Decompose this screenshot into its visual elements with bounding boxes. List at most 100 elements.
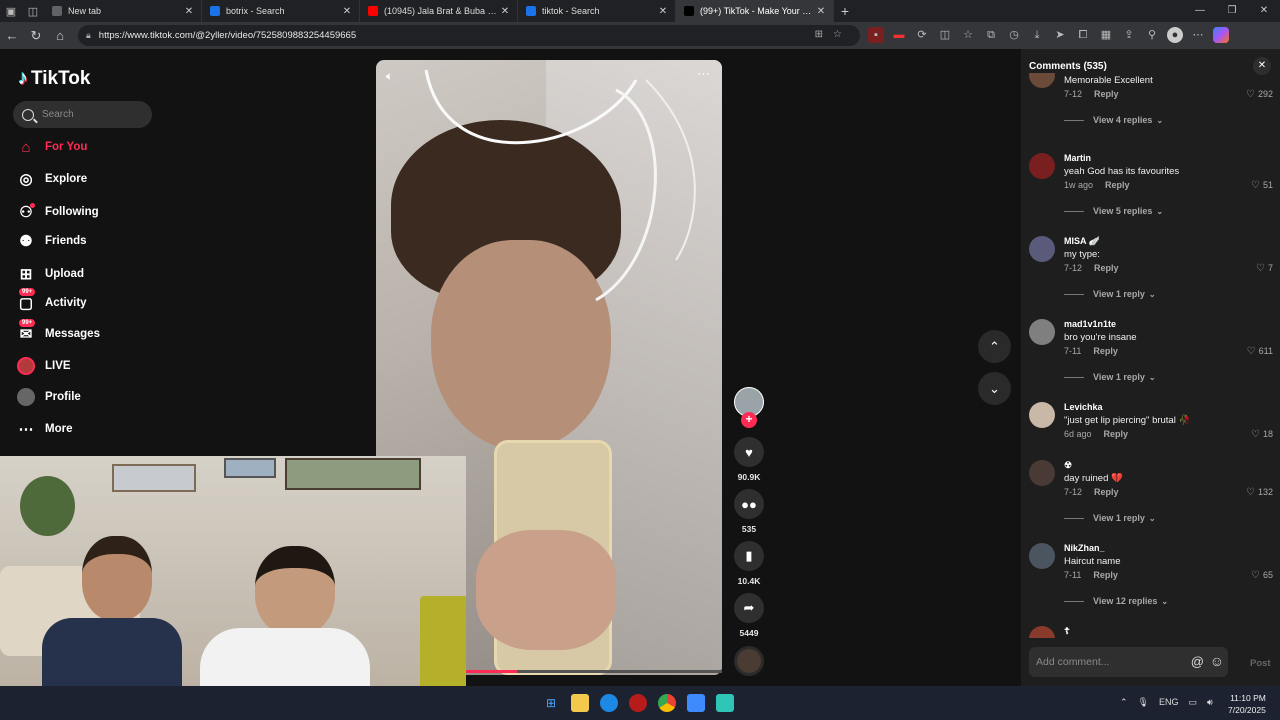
post-button[interactable]: Post <box>1250 658 1271 669</box>
close-tab-icon[interactable]: ✕ <box>815 6 827 17</box>
comment-username[interactable]: Levichka <box>1064 402 1103 412</box>
view-replies-button[interactable]: View 1 reply ⌄ <box>1064 372 1156 382</box>
share-icon[interactable]: ⇪ <box>1121 27 1137 43</box>
downloads-icon[interactable]: ⤓ <box>1029 27 1045 43</box>
view-replies-button[interactable]: View 1 reply ⌄ <box>1064 289 1156 299</box>
minimize-icon[interactable]: — <box>1184 0 1216 22</box>
follow-button[interactable]: + <box>741 412 757 428</box>
browser-tab[interactable]: (10945) Jala Brat & Buba Corleli ✕ <box>360 0 518 22</box>
commenter-avatar[interactable] <box>1029 236 1055 262</box>
comment-like-button[interactable]: ♡ 611 <box>1247 346 1273 357</box>
view-replies-button[interactable]: View 12 replies ⌄ <box>1064 596 1168 606</box>
comment-like-button[interactable]: ♡ 132 <box>1246 487 1273 498</box>
sidebar-item-profile[interactable]: Profile <box>16 387 81 407</box>
home-icon[interactable]: ⌂ <box>48 28 72 43</box>
comment-username[interactable]: ☢ <box>1064 460 1072 471</box>
extensions-icon[interactable]: ⧠ <box>1075 27 1091 43</box>
chrome-icon[interactable] <box>658 694 676 712</box>
edge-icon[interactable] <box>600 694 618 712</box>
comment-like-button[interactable]: ♡ 65 <box>1251 570 1273 581</box>
add-comment-input[interactable]: Add comment... @ ☺ <box>1029 647 1228 677</box>
sidebar-item-following[interactable]: ⚇ Following <box>16 202 99 222</box>
workspaces-icon[interactable]: ▣ <box>0 0 22 22</box>
like-button[interactable]: ♥ 90.9K <box>732 437 766 482</box>
clock[interactable]: 11:10 PM 7/20/2025 <box>1228 692 1266 716</box>
extension-icon[interactable]: ⟳ <box>914 27 930 43</box>
language-indicator[interactable]: ENG <box>1159 697 1179 708</box>
maximize-icon[interactable]: ❐ <box>1216 0 1248 22</box>
windows-start-icon[interactable]: ⊞ <box>542 694 560 712</box>
reply-button[interactable]: Reply <box>1094 263 1119 273</box>
reply-button[interactable]: Reply <box>1093 346 1118 356</box>
close-tab-icon[interactable]: ✕ <box>183 6 195 17</box>
save-button[interactable]: ▮ 10.4K <box>732 541 766 586</box>
video-progress-bar[interactable] <box>466 670 722 673</box>
comment-username[interactable]: MISA 🪽 <box>1064 236 1100 247</box>
close-tab-icon[interactable]: ✕ <box>341 6 353 17</box>
music-disc[interactable] <box>734 646 764 676</box>
sidebar-item-messages[interactable]: ✉ 99+ Messages <box>16 319 100 344</box>
reply-button[interactable]: Reply <box>1094 487 1119 497</box>
comment-like-button[interactable]: ♡ 51 <box>1251 180 1273 191</box>
app-icon[interactable] <box>629 694 647 712</box>
reply-button[interactable]: Reply <box>1105 180 1130 190</box>
extension-icon[interactable]: ⚲ <box>1144 27 1160 43</box>
view-replies-button[interactable]: View 1 reply ⌄ <box>1064 513 1156 523</box>
profile-avatar[interactable]: ● <box>1167 27 1183 43</box>
comment-username[interactable]: ☦ <box>1064 626 1070 637</box>
sidebar-item-live[interactable]: LIVE <box>16 356 71 376</box>
copilot-icon[interactable] <box>1213 27 1229 43</box>
send-icon[interactable]: ➤ <box>1052 27 1068 43</box>
commenter-avatar[interactable] <box>1029 626 1055 638</box>
comment-username[interactable]: mad1v1n1te <box>1064 319 1116 329</box>
url-field[interactable]: 🔒︎ https://www.tiktok.com/@2yller/video/… <box>78 25 860 46</box>
refresh-icon[interactable]: ↻ <box>24 28 48 44</box>
browser-tab[interactable]: botrix - Search ✕ <box>202 0 360 22</box>
copilot-app-icon[interactable]: ▦ <box>1098 27 1114 43</box>
split-screen-icon[interactable]: ◫ <box>937 27 953 43</box>
close-tab-icon[interactable]: ✕ <box>657 6 669 17</box>
extension-icon[interactable]: ▪ <box>868 27 884 43</box>
video-more-icon[interactable]: ⋯ <box>697 66 710 82</box>
collections-icon[interactable]: ⧉ <box>983 27 999 43</box>
tiktok-logo[interactable]: ♪ TikTok <box>18 67 90 90</box>
display-icon[interactable]: ▭ <box>1189 697 1198 708</box>
commenter-avatar[interactable] <box>1029 71 1055 88</box>
browser-tab[interactable]: New tab ✕ <box>44 0 202 22</box>
commenter-avatar[interactable] <box>1029 460 1055 486</box>
sidebar-item-explore[interactable]: ◎ Explore <box>16 169 87 189</box>
app-icon[interactable] <box>687 694 705 712</box>
sidebar-item-more[interactable]: ⋯ More <box>16 419 73 439</box>
comment-like-button[interactable]: ♡ 7 <box>1256 263 1273 274</box>
sidebar-item-activity[interactable]: ▢ 99+ Activity <box>16 288 87 313</box>
comment-button[interactable]: ●● 535 <box>732 489 766 534</box>
favorite-star-icon[interactable]: ⊞☆ <box>815 29 852 40</box>
commenter-avatar[interactable] <box>1029 402 1055 428</box>
commenter-avatar[interactable] <box>1029 543 1055 569</box>
view-replies-button[interactable]: View 4 replies ⌄ <box>1064 115 1163 125</box>
comment-like-button[interactable]: ♡ 292 <box>1246 89 1273 100</box>
sidebar-item-friends[interactable]: ⚉ Friends <box>16 231 86 251</box>
previous-video-button[interactable]: ⌃ <box>978 330 1011 363</box>
browser-tab[interactable]: (99+) TikTok - Make Your Day ✕ <box>676 0 834 22</box>
share-button[interactable]: ➦ 5449 <box>732 593 766 638</box>
sidebar-item-upload[interactable]: ⊞ Upload <box>16 264 84 284</box>
comment-username[interactable]: Martin <box>1064 153 1091 163</box>
reply-button[interactable]: Reply <box>1104 429 1129 439</box>
tab-actions-icon[interactable]: ◫ <box>22 0 44 22</box>
reply-button[interactable]: Reply <box>1094 89 1119 99</box>
volume-tray-icon[interactable]: 🔊︎ <box>1207 697 1213 708</box>
comment-username[interactable]: NikZhan_ <box>1064 543 1105 553</box>
app-icon[interactable] <box>716 694 734 712</box>
search-input[interactable]: Search <box>13 101 152 128</box>
settings-more-icon[interactable]: ⋯ <box>1190 27 1206 43</box>
lock-icon[interactable]: 🔒︎ <box>86 30 91 41</box>
close-tab-icon[interactable]: ✕ <box>499 6 511 17</box>
mention-icon[interactable]: @ <box>1191 654 1204 669</box>
microphone-icon[interactable]: 🎙︎ <box>1138 697 1149 708</box>
view-replies-button[interactable]: View 5 replies ⌄ <box>1064 206 1163 216</box>
comment-like-button[interactable]: ♡ 18 <box>1251 429 1273 440</box>
sidebar-item-for-you[interactable]: ⌂ For You <box>16 137 87 157</box>
reply-button[interactable]: Reply <box>1093 570 1118 580</box>
next-video-button[interactable]: ⌄ <box>978 372 1011 405</box>
